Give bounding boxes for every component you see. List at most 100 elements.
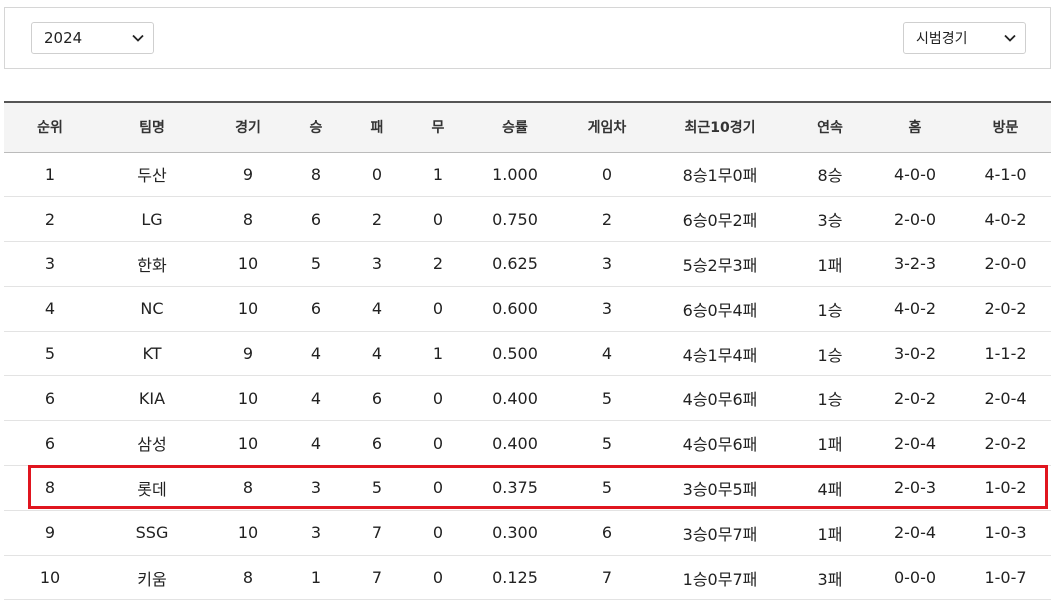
cell-away: 1-0-7	[984, 568, 1027, 588]
cell-games-behind: 2	[601, 209, 613, 229]
cell-team: 키움	[137, 569, 167, 589]
cell-win-pct: 0.500	[492, 344, 538, 364]
cell-rank: 5	[44, 344, 56, 364]
cell-home: 3-0-2	[893, 344, 937, 364]
cell-last-10: 6승0무4패	[682, 300, 758, 320]
cell-games: 10	[237, 523, 259, 543]
table-row: 5 KT 9 4 4 1 0.500 4 4승1무4패 1승 3-0-2 1-1-2	[4, 331, 1051, 376]
cell-losses: 4	[371, 344, 383, 364]
cell-home: 2-0-0	[893, 209, 937, 229]
cell-streak: 1승	[817, 345, 843, 365]
cell-wins: 3	[310, 523, 322, 543]
cell-away: 2-0-2	[984, 433, 1027, 453]
chevron-down-icon	[995, 34, 1025, 42]
cell-team: LG	[141, 209, 163, 229]
cell-home: 2-0-3	[893, 478, 937, 498]
cell-last-10: 5승2무3패	[682, 255, 758, 275]
cell-win-pct: 0.300	[492, 523, 538, 543]
cell-win-pct: 0.600	[492, 299, 538, 319]
cell-home: 2-0-4	[893, 523, 937, 543]
cell-rank: 9	[44, 523, 56, 543]
cell-streak: 1패	[817, 255, 843, 275]
cell-losses: 7	[371, 523, 383, 543]
table-row: 10 키움 8 1 7 0 0.125 7 1승0무7패 3패 0-0-0 1-0-7	[4, 555, 1051, 600]
filter-bar: 2024 시범경기	[4, 7, 1051, 69]
cell-wins: 6	[310, 209, 322, 229]
cell-draws: 0	[432, 433, 444, 453]
cell-last-10: 8승1무0패	[682, 166, 758, 186]
table-row: 3 한화 10 5 3 2 0.625 3 5승2무3패 1패 3-2-3 2-0-0	[4, 242, 1051, 287]
cell-losses: 2	[371, 209, 383, 229]
cell-away: 4-0-2	[984, 209, 1027, 229]
column-header-last-10: 최근10경기	[684, 120, 756, 137]
column-header-games: 경기	[235, 120, 261, 137]
cell-games-behind: 3	[601, 299, 613, 319]
cell-draws: 0	[432, 388, 444, 408]
cell-team: 삼성	[137, 435, 167, 455]
year-select[interactable]: 2024	[31, 22, 154, 54]
table-row: 6 KIA 10 4 6 0 0.400 5 4승0무6패 1승 2-0-2 2-0-4	[4, 376, 1051, 421]
cell-home: 2-0-4	[893, 433, 937, 453]
cell-draws: 1	[432, 344, 444, 364]
cell-wins: 1	[310, 568, 322, 588]
cell-draws: 0	[432, 209, 444, 229]
column-header-wins: 승	[309, 120, 323, 137]
cell-team: NC	[140, 299, 164, 319]
cell-away: 2-0-4	[984, 388, 1027, 408]
cell-win-pct: 1.000	[492, 164, 538, 184]
cell-away: 4-1-0	[984, 164, 1027, 184]
game-type-select[interactable]: 시범경기	[903, 22, 1026, 54]
column-header-win-pct: 승률	[502, 120, 528, 137]
cell-games: 8	[242, 568, 254, 588]
cell-team: 한화	[137, 255, 167, 275]
cell-streak: 4패	[817, 479, 843, 499]
cell-home: 0-0-0	[893, 568, 937, 588]
cell-streak: 8승	[817, 166, 843, 186]
cell-games: 9	[242, 344, 254, 364]
cell-streak: 1승	[817, 390, 843, 410]
standings-table: 순위 팀명 경기 승 패 무 승률 게임차 최근10경기 연속 홈 방문 1 두산 9 8 0 1 1.000 0 8…	[4, 101, 1051, 600]
table-row: 4 NC 10 6 4 0 0.600 3 6승0무4패 1승 4-0-2 2-0-2	[4, 286, 1051, 332]
cell-rank: 10	[39, 568, 61, 588]
cell-last-10: 3승0무7패	[682, 524, 758, 544]
cell-rank: 8	[44, 478, 56, 498]
cell-games: 10	[237, 388, 259, 408]
cell-away: 2-0-2	[984, 299, 1027, 319]
cell-rank: 4	[44, 299, 56, 319]
table-row: 6 삼성 10 4 6 0 0.400 5 4승0무6패 1패 2-0-4 2-0-2	[4, 421, 1051, 466]
game-type-select-value: 시범경기	[916, 31, 968, 47]
cell-rank: 6	[44, 388, 56, 408]
cell-team: KIA	[138, 388, 166, 408]
year-select-value: 2024	[44, 29, 83, 47]
column-header-games-behind: 게임차	[587, 120, 627, 137]
cell-games: 9	[242, 164, 254, 184]
column-header-away: 방문	[992, 120, 1019, 137]
cell-streak: 3패	[817, 569, 843, 589]
cell-draws: 0	[432, 523, 444, 543]
cell-games: 10	[237, 254, 259, 274]
cell-games: 8	[242, 478, 254, 498]
cell-wins: 5	[310, 254, 322, 274]
cell-losses: 0	[371, 164, 383, 184]
cell-wins: 4	[310, 433, 322, 453]
cell-losses: 7	[371, 568, 383, 588]
cell-away: 2-0-0	[984, 254, 1027, 274]
cell-last-10: 4승0무6패	[682, 435, 758, 455]
cell-win-pct: 0.625	[492, 254, 538, 274]
cell-away: 1-0-2	[984, 478, 1027, 498]
cell-win-pct: 0.400	[492, 388, 538, 408]
cell-rank: 6	[44, 433, 56, 453]
table-header-row: 순위 팀명 경기 승 패 무 승률 게임차 최근10경기 연속 홈 방문	[4, 102, 1051, 152]
cell-wins: 8	[310, 164, 322, 184]
cell-games-behind: 5	[601, 478, 613, 498]
column-header-rank: 순위	[37, 120, 63, 137]
cell-draws: 0	[432, 299, 444, 319]
table-row: 1 두산 9 8 0 1 1.000 0 8승1무0패 8승 4-0-0 4-1-0	[4, 152, 1051, 197]
cell-win-pct: 0.400	[492, 433, 538, 453]
cell-home: 4-0-0	[893, 164, 937, 184]
cell-team: 두산	[137, 166, 167, 186]
cell-games-behind: 4	[601, 344, 613, 364]
cell-rank: 3	[44, 254, 56, 274]
cell-games-behind: 6	[601, 523, 613, 543]
cell-last-10: 4승1무4패	[682, 345, 758, 365]
